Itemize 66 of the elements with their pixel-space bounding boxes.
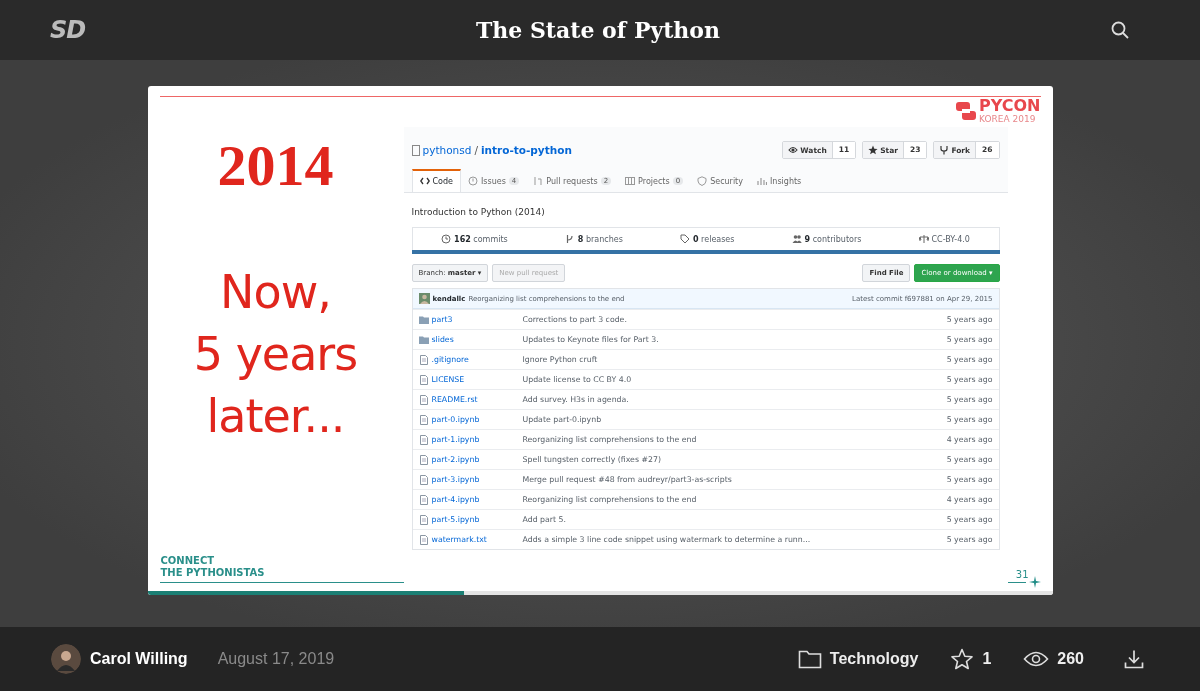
eye-icon xyxy=(1023,650,1050,668)
folder-icon xyxy=(797,649,822,669)
stat-link[interactable]: 162 commits xyxy=(454,234,508,244)
view-count: 260 xyxy=(1057,650,1084,668)
repo-tab[interactable]: Insights xyxy=(750,169,809,192)
folder-icon xyxy=(418,334,429,345)
stat-link[interactable]: 8 branches xyxy=(577,234,623,244)
eye-icon xyxy=(788,145,799,155)
book-icon xyxy=(411,144,420,156)
year-heading: 2014 xyxy=(217,133,334,199)
history-icon xyxy=(441,234,452,244)
event-name: PYCON xyxy=(979,98,1041,114)
repo-name-link[interactable]: intro-to-python xyxy=(480,144,572,156)
file-icon xyxy=(418,514,429,525)
pull-request-icon xyxy=(533,176,544,186)
author-link[interactable]: Carol Willing xyxy=(90,650,188,668)
scale-icon xyxy=(918,234,929,244)
file-icon xyxy=(418,354,429,365)
star-icon xyxy=(868,145,879,155)
page-number: 31 xyxy=(1015,569,1029,580)
repo-description: Introduction to Python (2014) xyxy=(411,206,546,219)
file-icon xyxy=(418,374,429,385)
search-icon xyxy=(1110,20,1130,40)
brand-text: THE PYTHONISTAS xyxy=(160,567,265,579)
brand-text: CONNECT xyxy=(160,555,216,567)
download-button[interactable] xyxy=(1124,649,1144,669)
stat-link[interactable]: 9 contributors xyxy=(804,234,862,244)
download-icon xyxy=(1124,649,1144,669)
star-icon xyxy=(950,648,975,670)
branch-icon xyxy=(564,234,575,244)
file-icon xyxy=(418,434,429,445)
repo-owner-link[interactable]: pythonsd xyxy=(422,144,472,156)
event-subtitle: KOREA 2019 xyxy=(979,114,1036,124)
people-icon xyxy=(791,234,802,244)
file-icon xyxy=(418,494,429,505)
star-count: 1 xyxy=(982,650,992,668)
path-separator: / xyxy=(474,144,478,156)
avatar-icon xyxy=(418,293,430,304)
avatar-icon xyxy=(51,644,81,674)
repo-tab[interactable]: Security xyxy=(690,169,750,192)
code-icon xyxy=(419,176,430,186)
presentation-title: The State of Python xyxy=(475,17,721,43)
file-icon xyxy=(418,534,429,545)
headline-text: Now, xyxy=(220,264,331,321)
shield-icon xyxy=(697,176,708,186)
repo-tab[interactable]: Code xyxy=(411,169,461,192)
fork-icon xyxy=(939,145,950,155)
file-icon xyxy=(418,454,429,465)
category-link[interactable]: Technology xyxy=(797,649,919,669)
search-button[interactable] xyxy=(1110,20,1130,40)
file-icon xyxy=(418,394,429,405)
headline-text: later... xyxy=(206,388,345,445)
circle-icon xyxy=(468,176,478,186)
site-logo[interactable]: SD xyxy=(50,16,86,44)
stat-link[interactable]: CC-BY-4.0 xyxy=(931,234,970,244)
snake-logo-icon xyxy=(955,100,977,122)
file-icon xyxy=(418,414,429,425)
tag-icon xyxy=(680,234,690,244)
stat-link[interactable]: 0 releases xyxy=(693,234,735,244)
file-icon xyxy=(418,474,429,485)
board-icon xyxy=(625,176,636,186)
star-button[interactable] xyxy=(950,648,975,670)
publish-date: August 17, 2019 xyxy=(217,650,335,668)
folder-icon xyxy=(418,314,429,325)
headline-text: 5 years xyxy=(193,326,358,383)
bar-chart-icon xyxy=(757,176,767,186)
